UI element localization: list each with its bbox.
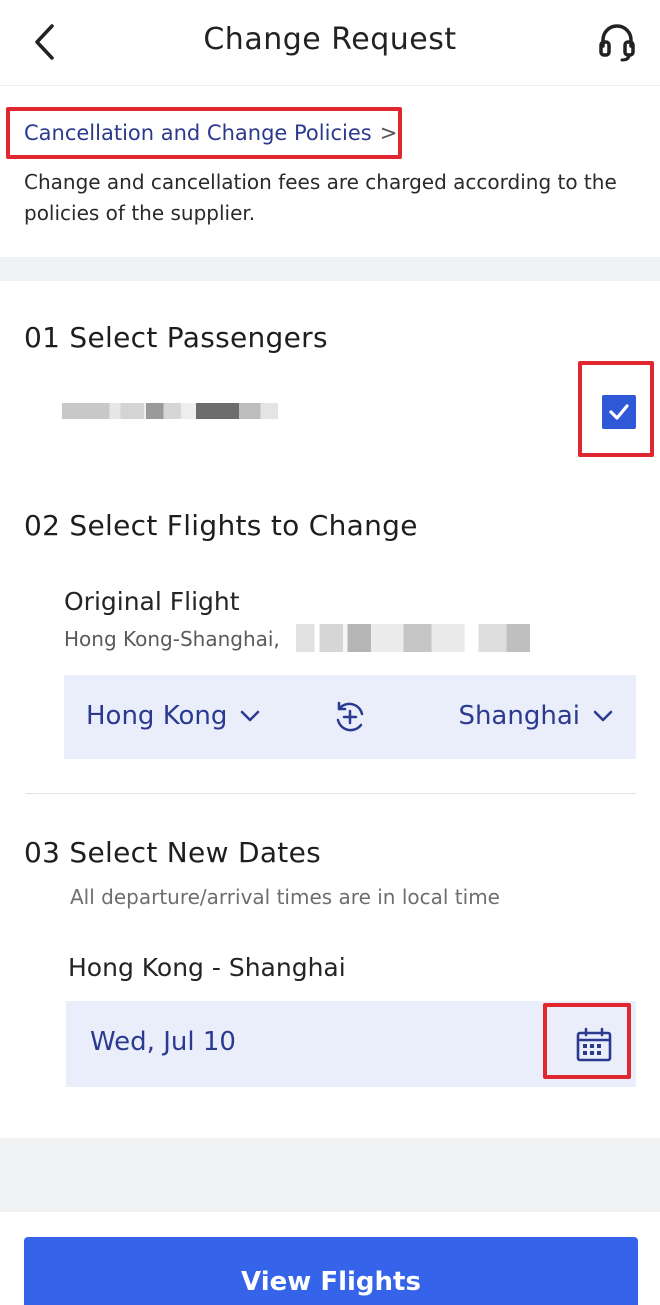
- departure-city-label: Hong Kong: [86, 701, 228, 731]
- departure-city-dropdown[interactable]: Hong Kong: [86, 701, 261, 731]
- select-dates-title: 03 Select New Dates: [24, 836, 321, 869]
- change-form: 01 Select Passengers 02 Select Flights t…: [0, 281, 660, 1138]
- bottom-separator: [0, 1138, 660, 1212]
- page-title: Change Request: [203, 22, 457, 57]
- date-route-label: Hong Kong - Shanghai: [68, 953, 346, 982]
- customer-support-button[interactable]: [596, 20, 638, 64]
- arrival-city-label: Shanghai: [458, 701, 580, 731]
- checkbox-highlight: [578, 361, 654, 457]
- view-flights-button[interactable]: View Flights: [24, 1237, 638, 1305]
- swap-cities-button[interactable]: [330, 697, 370, 737]
- section-divider: [26, 793, 636, 794]
- original-flight-route: Hong Kong-Shanghai,: [64, 627, 280, 651]
- original-flight-label: Original Flight: [64, 587, 240, 616]
- policy-section: Cancellation and Change Policies > Change…: [0, 87, 660, 257]
- arrival-city-dropdown[interactable]: Shanghai: [458, 701, 614, 731]
- passenger-name-redacted: [62, 403, 278, 419]
- app-header: Change Request: [0, 0, 660, 86]
- policy-description: Change and cancellation fees are charged…: [24, 170, 617, 225]
- policy-link-highlight: [6, 107, 402, 159]
- select-passengers-title: 01 Select Passengers: [24, 321, 328, 354]
- swap-icon: [336, 701, 364, 732]
- headset-icon: [599, 24, 635, 62]
- chevron-down-icon: [593, 710, 613, 722]
- select-flights-title: 02 Select Flights to Change: [24, 509, 418, 542]
- selected-date: Wed, Jul 10: [90, 1027, 236, 1057]
- timezone-note: All departure/arrival times are in local…: [70, 885, 500, 909]
- section-separator: [0, 257, 660, 281]
- calendar-highlight: [543, 1003, 631, 1079]
- footer-bar: View Flights: [0, 1212, 660, 1305]
- chevron-down-icon: [241, 710, 260, 722]
- original-flight-details-redacted: [296, 624, 530, 652]
- route-selector: Hong Kong Shanghai: [64, 675, 636, 759]
